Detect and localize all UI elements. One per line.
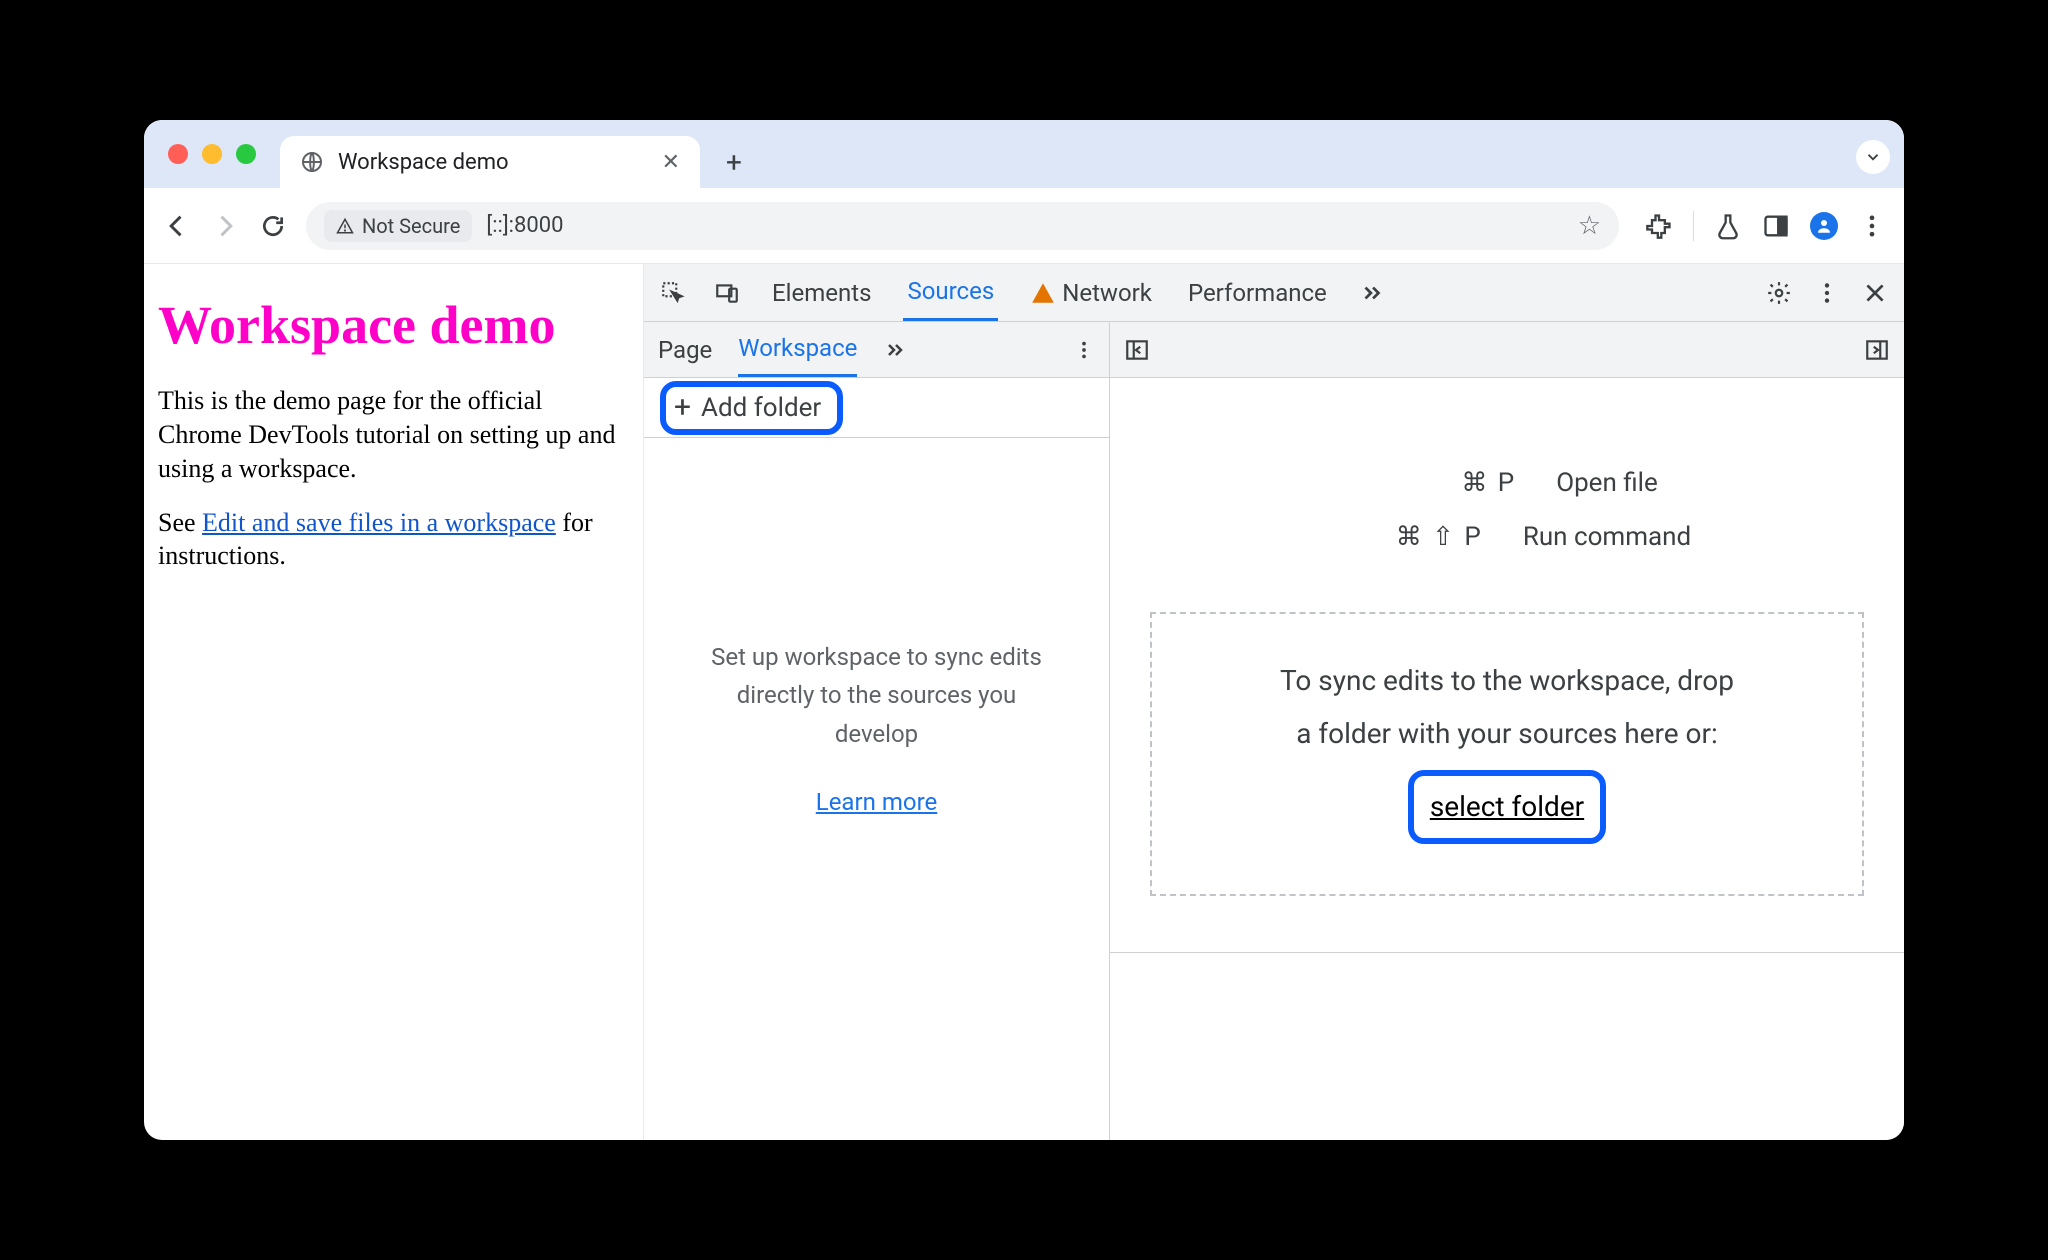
- address-bar[interactable]: Not Secure [::]:8000 ☆: [306, 202, 1619, 250]
- browser-tab[interactable]: Workspace demo ✕: [280, 136, 700, 188]
- devtools-body: Page Workspace + Add folder: [644, 322, 1904, 1140]
- browser-window: Workspace demo ✕ + Not Secure [::]:8000 …: [144, 120, 1904, 1140]
- tab-performance[interactable]: Performance: [1184, 264, 1331, 321]
- forward-button[interactable]: [210, 211, 240, 241]
- tab-elements[interactable]: Elements: [768, 264, 875, 321]
- learn-more-link[interactable]: Learn more: [816, 783, 937, 821]
- window-close-button[interactable]: [168, 144, 188, 164]
- new-tab-button[interactable]: +: [712, 140, 756, 184]
- devtools-close-icon[interactable]: [1862, 280, 1888, 306]
- inspect-element-icon[interactable]: [660, 280, 686, 306]
- bottom-pane: [1110, 952, 1904, 1140]
- shortcut-label: Run command: [1523, 522, 1691, 552]
- tab-sources[interactable]: Sources: [903, 264, 998, 321]
- add-folder-row: + Add folder: [644, 378, 1109, 438]
- editor-toolbar: [1110, 322, 1904, 378]
- reload-button[interactable]: [258, 211, 288, 241]
- sources-editor: ⌘ P Open file ⌘ ⇧ P Run command To sync …: [1110, 322, 1904, 1140]
- url-text: [::]:8000: [486, 213, 563, 238]
- bookmark-button[interactable]: ☆: [1578, 211, 1601, 241]
- add-folder-label: Add folder: [701, 393, 821, 423]
- shortcut-run-command: ⌘ ⇧ P Run command: [1323, 522, 1691, 552]
- shortcut-hints: ⌘ P Open file ⌘ ⇧ P Run command: [1110, 378, 1904, 552]
- sources-navigator: Page Workspace + Add folder: [644, 322, 1110, 1140]
- navigator-tab-page[interactable]: Page: [658, 322, 712, 377]
- page-paragraph-1: This is the demo page for the official C…: [158, 384, 629, 485]
- window-minimize-button[interactable]: [202, 144, 222, 164]
- select-folder-link[interactable]: select folder: [1408, 770, 1606, 843]
- back-button[interactable]: [162, 211, 192, 241]
- device-toolbar-icon[interactable]: [714, 280, 740, 306]
- profile-avatar[interactable]: [1810, 212, 1838, 240]
- window-zoom-button[interactable]: [236, 144, 256, 164]
- devtools-top-bar: Elements Sources Network Performance: [644, 264, 1904, 322]
- workspace-hint-text: Set up workspace to sync edits directly …: [707, 638, 1047, 753]
- navigator-kebab-icon[interactable]: [1073, 339, 1095, 361]
- tab-close-button[interactable]: ✕: [662, 150, 680, 175]
- devtools-kebab-icon[interactable]: [1814, 280, 1840, 306]
- content-area: Workspace demo This is the demo page for…: [144, 264, 1904, 1140]
- chrome-menu-icon[interactable]: [1858, 212, 1886, 240]
- shortcut-keys: ⌘ ⇧ P: [1323, 522, 1483, 552]
- shortcut-keys: ⌘ P: [1356, 468, 1516, 498]
- extensions-icon[interactable]: [1645, 212, 1673, 240]
- dropzone-text-1: To sync edits to the workspace, drop: [1182, 654, 1832, 707]
- window-controls: [168, 144, 256, 164]
- tab-network[interactable]: Network: [1026, 264, 1156, 321]
- tab-strip: Workspace demo ✕ +: [144, 120, 1904, 188]
- labs-icon[interactable]: [1714, 212, 1742, 240]
- globe-icon: [300, 150, 324, 174]
- collapse-left-icon[interactable]: [1124, 337, 1150, 363]
- warning-icon: [1030, 280, 1056, 306]
- devtools-more-tabs-icon[interactable]: [1359, 280, 1385, 306]
- divider: [1693, 211, 1694, 241]
- not-secure-label: Not Secure: [362, 214, 460, 238]
- add-folder-button[interactable]: + Add folder: [660, 381, 843, 435]
- tutorial-link[interactable]: Edit and save files in a workspace: [202, 508, 556, 537]
- page-heading: Workspace demo: [158, 290, 629, 360]
- page-paragraph-2: See Edit and save files in a workspace f…: [158, 506, 629, 574]
- not-secure-badge[interactable]: Not Secure: [324, 210, 472, 242]
- devtools-settings-icon[interactable]: [1766, 280, 1792, 306]
- browser-toolbar: Not Secure [::]:8000 ☆: [144, 188, 1904, 264]
- side-panel-icon[interactable]: [1762, 212, 1790, 240]
- toolbar-right: [1637, 211, 1886, 241]
- devtools-panel: Elements Sources Network Performance: [644, 264, 1904, 1140]
- plus-icon: +: [674, 393, 691, 423]
- collapse-right-icon[interactable]: [1864, 337, 1890, 363]
- page-content: Workspace demo This is the demo page for…: [144, 264, 644, 1140]
- shortcut-open-file: ⌘ P Open file: [1356, 468, 1658, 498]
- workspace-hint: Set up workspace to sync edits directly …: [644, 438, 1109, 1140]
- dropzone-text-2: a folder with your sources here or:: [1182, 707, 1832, 760]
- navigator-more-tabs-icon[interactable]: [883, 322, 907, 377]
- tab-title: Workspace demo: [338, 150, 509, 175]
- tab-overflow-button[interactable]: [1856, 140, 1890, 174]
- navigator-tab-workspace[interactable]: Workspace: [738, 322, 857, 377]
- workspace-dropzone[interactable]: To sync edits to the workspace, drop a f…: [1150, 612, 1864, 896]
- shortcut-label: Open file: [1556, 468, 1658, 498]
- navigator-tabs: Page Workspace: [644, 322, 1109, 378]
